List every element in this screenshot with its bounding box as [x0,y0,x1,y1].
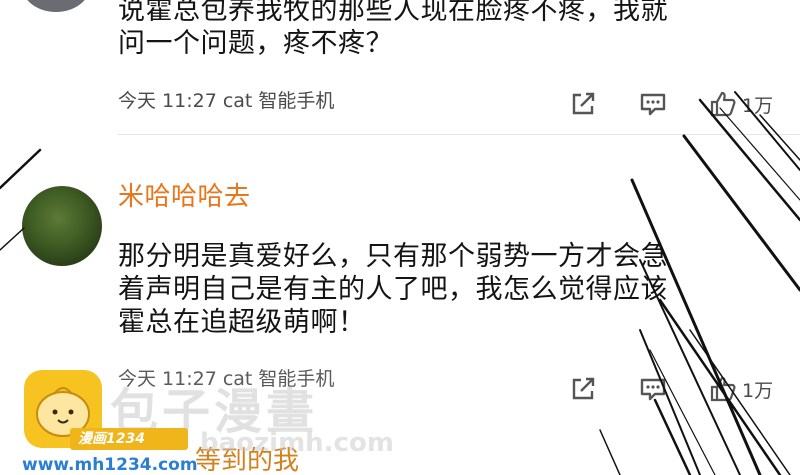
comment-meta: 今天 11:27 cat 智能手机 [118,90,335,112]
share-button[interactable] [568,89,598,119]
share-button[interactable] [568,374,598,404]
comment-button[interactable] [638,89,668,119]
like-count: 1万 [742,379,774,402]
avatar[interactable] [22,0,90,12]
share-icon [572,377,595,400]
comment-feed: 说霍总包养我牧的那些人现在脸疼不疼，我就 问一个问题，疼不疼？ 今天 11:27… [0,0,800,475]
like-count: 1万 [742,94,774,117]
comment-actions: 1万 [560,89,800,119]
comment-actions: 1万 [560,374,800,404]
comment-line: 着声明自己是有主的人了吧，我怎么觉得应该 [118,274,668,305]
comment-line: 问一个问题，疼不疼？ [118,28,393,59]
like-button[interactable]: 1万 [708,89,773,119]
comment-button[interactable] [638,374,668,404]
like-icon [710,376,736,402]
comment-line: 霍总在追超级萌啊！ [118,307,366,338]
comment-body: 说霍总包养我牧的那些人现在脸疼不疼，我就 问一个问题，疼不疼？ [118,0,758,60]
watermark-banner: 漫画1234 [70,428,188,450]
avatar[interactable] [22,186,102,266]
comment-username[interactable]: 米哈哈哈去 [118,176,251,213]
comment-icon [640,378,666,401]
comment-body: 那分明是真爱好么，只有那个弱势一方才会急 着声明自己是有主的人了吧，我怎么觉得应… [118,240,758,339]
like-button[interactable]: 1万 [708,374,773,404]
comment-line: 那分明是真爱好么，只有那个弱势一方才会急 [118,241,668,272]
comment-line: 说霍总包养我牧的那些人现在脸疼不疼，我就 [118,0,668,26]
watermark-subtitle: baozimh.com [200,428,394,458]
comment-icon [640,93,666,116]
like-icon [710,91,736,117]
watermark-url: www.mh1234.com [22,455,198,475]
divider [118,134,800,135]
share-icon [572,92,595,115]
